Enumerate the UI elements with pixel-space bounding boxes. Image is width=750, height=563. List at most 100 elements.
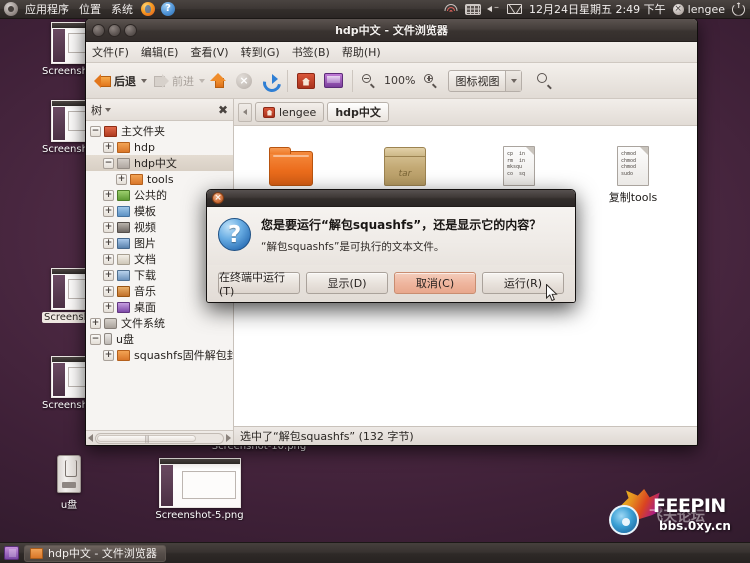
help-glyph: ? (161, 2, 175, 16)
taskbar-item-label: hdp中文 - 文件浏览器 (48, 547, 157, 560)
archive-badge: tar (398, 169, 412, 179)
tree-expander-icon[interactable]: − (90, 125, 101, 137)
tree-item-squashfs[interactable]: + squashfs固件解包封包 (86, 347, 233, 363)
tree-expander-icon[interactable]: + (103, 189, 114, 201)
volume-icon[interactable] (486, 2, 501, 15)
menu-bookmarks[interactable]: 书签(B) (286, 42, 336, 63)
window-close-icon[interactable] (92, 23, 105, 37)
window-titlebar[interactable]: hdp中文 - 文件浏览器 (86, 19, 697, 42)
back-dropdown-icon[interactable] (141, 78, 147, 83)
tree-expander-icon[interactable]: + (90, 317, 101, 329)
view-mode-select[interactable]: 图标视图 (448, 69, 523, 92)
tree-item-label: 下载 (134, 269, 156, 282)
tree-expander-icon[interactable]: + (103, 141, 114, 153)
tree-item-label: 视频 (134, 221, 156, 234)
scroll-right-arrow-icon[interactable] (226, 434, 231, 442)
up-button[interactable] (206, 71, 231, 91)
tree-expander-icon[interactable]: + (103, 221, 114, 233)
menu-places[interactable]: 位置 (74, 0, 106, 19)
search-button[interactable] (533, 71, 556, 90)
window-maximize-icon[interactable] (124, 23, 137, 37)
menu-edit[interactable]: 编辑(E) (135, 42, 185, 63)
run-button[interactable]: 运行(R) (482, 272, 564, 294)
mail-icon[interactable] (506, 4, 522, 14)
dialog-heading: 您是要运行“解包squashfs”，还是显示它的内容？ (261, 218, 542, 232)
menu-go[interactable]: 转到(G) (235, 42, 286, 63)
sidebar-horizontal-scrollbar[interactable] (86, 430, 233, 445)
reload-icon (261, 73, 278, 89)
scrollbar-thumb[interactable] (97, 434, 197, 443)
scrollbar-track[interactable] (95, 432, 224, 444)
watermark-cn: 飞天论坛 (649, 509, 705, 525)
power-icon[interactable] (732, 2, 745, 16)
tree-expander-icon[interactable]: − (90, 333, 101, 345)
dialog-titlebar[interactable]: × (207, 190, 575, 207)
show-desktop-icon[interactable] (4, 546, 19, 560)
tree-item-hdp[interactable]: + hdp (86, 139, 233, 155)
stop-button[interactable]: × (232, 71, 256, 91)
menu-system[interactable]: 系统 (106, 0, 138, 19)
sidebar-close-icon[interactable]: ✖ (218, 104, 228, 116)
ubuntu-logo-icon[interactable] (4, 2, 18, 16)
tree-item-home[interactable]: − 主文件夹 (86, 123, 233, 139)
png-thumbnail (158, 458, 241, 508)
top-panel: 应用程序 位置 系统 ? 12月24日星期五 2:49 下午 lengee (0, 0, 750, 19)
toolbar-separator (287, 69, 288, 92)
tree-expander-icon[interactable]: + (103, 301, 114, 313)
sidebar-mode-select[interactable]: 树 (91, 102, 111, 118)
menu-applications[interactable]: 应用程序 (20, 0, 74, 19)
dialog-close-icon[interactable]: × (212, 192, 224, 204)
wifi-icon[interactable] (444, 3, 459, 15)
tree-expander-icon[interactable]: + (103, 285, 114, 297)
zoom-in-button[interactable]: -| (420, 72, 441, 89)
tree-item-label: 主文件夹 (121, 125, 165, 138)
breadcrumb-item-lengee[interactable]: lengee (255, 102, 325, 122)
window-minimize-icon[interactable] (108, 23, 121, 37)
menu-view[interactable]: 查看(V) (184, 42, 234, 63)
home-button[interactable] (293, 71, 319, 91)
chevron-down-icon[interactable] (505, 70, 522, 91)
breadcrumb-item-hdp-chinese[interactable]: hdp中文 (327, 102, 389, 122)
tree-expander-icon[interactable]: − (103, 157, 114, 169)
desktop-icon-usb-drive[interactable]: u盘 (32, 455, 106, 511)
tree-item-filesystem[interactable]: + 文件系统 (86, 315, 233, 331)
keyboard-icon[interactable] (464, 3, 481, 15)
file-item-copy-tools[interactable]: chmod chmod chmod sudo 复制tools (576, 136, 690, 211)
tree-item-label: hdp (134, 140, 155, 154)
scroll-left-arrow-icon[interactable] (88, 434, 93, 442)
tree-item-hdp-chinese[interactable]: − hdp中文 (86, 155, 233, 171)
usb-drive-icon (104, 333, 112, 345)
tree-expander-icon[interactable]: + (103, 349, 114, 361)
tree-item-label: 桌面 (134, 301, 156, 314)
tree-item-usb[interactable]: − u盘 (86, 331, 233, 347)
user-menu[interactable]: lengee (672, 3, 725, 16)
computer-button[interactable] (320, 71, 347, 90)
back-button[interactable]: 后退 (90, 71, 140, 91)
breadcrumb-label: hdp中文 (335, 106, 381, 119)
desktop-icon-screenshot-5[interactable]: Screenshot-5.png (152, 458, 247, 521)
disc-logo-icon (609, 505, 639, 535)
watermark-brand: FEEPIN (653, 495, 726, 517)
firefox-icon[interactable] (141, 2, 155, 16)
run-in-terminal-button[interactable]: 在终端中运行(T) (218, 271, 300, 298)
forward-dropdown-icon[interactable] (199, 78, 205, 83)
display-button[interactable]: 显示(D) (306, 272, 388, 294)
clock[interactable]: 12月24日星期五 2:49 下午 (525, 1, 670, 17)
forward-button[interactable]: 前进 (148, 71, 198, 91)
folder-videos-icon (117, 221, 130, 233)
tree-expander-icon[interactable]: + (103, 205, 114, 217)
reload-button[interactable] (257, 71, 282, 91)
help-icon[interactable]: ? (161, 2, 175, 16)
menu-file[interactable]: 文件(F) (86, 42, 135, 63)
tree-expander-icon[interactable]: + (116, 173, 127, 185)
tree-item-tools[interactable]: + tools (86, 171, 233, 187)
path-back-arrow-icon[interactable] (238, 102, 252, 122)
tree-expander-icon[interactable]: + (103, 269, 114, 281)
menu-help[interactable]: 帮助(H) (336, 42, 387, 63)
back-arrow-icon (94, 73, 111, 88)
zoom-out-button[interactable]: - (358, 72, 379, 89)
cancel-button[interactable]: 取消(C) (394, 272, 476, 294)
taskbar-item-file-browser[interactable]: hdp中文 - 文件浏览器 (24, 544, 166, 562)
tree-expander-icon[interactable]: + (103, 237, 114, 249)
tree-expander-icon[interactable]: + (103, 253, 114, 265)
